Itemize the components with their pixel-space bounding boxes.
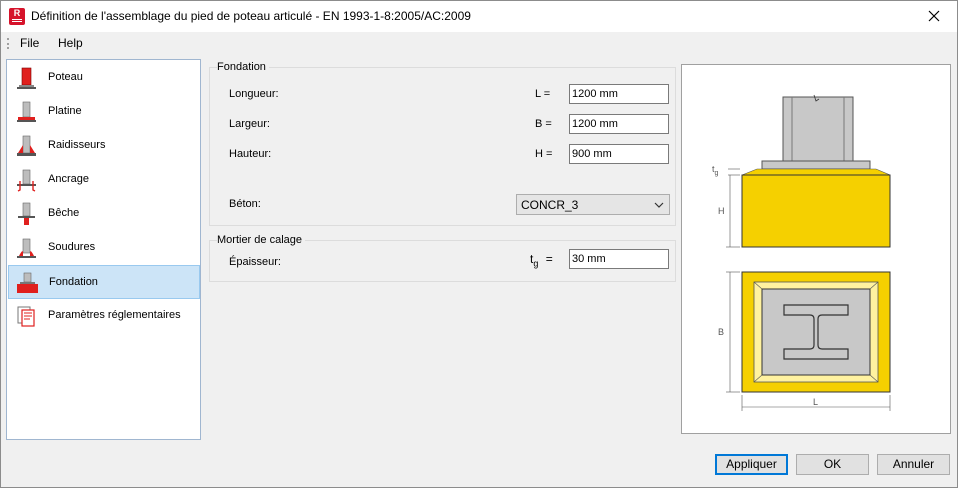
dialog-window: R Définition de l'assemblage du pied de …	[0, 0, 958, 488]
apply-button[interactable]: Appliquer	[715, 454, 788, 475]
sidebar-item-label: Raidisseurs	[48, 139, 106, 151]
close-button[interactable]	[911, 1, 957, 32]
preview-panel: tg H B L	[681, 64, 951, 434]
code-parameters-icon	[17, 306, 35, 327]
menu-help[interactable]: Help	[58, 36, 83, 50]
epaisseur-symbol-sub: g	[533, 258, 539, 269]
chevron-down-icon	[654, 202, 664, 208]
largeur-symbol: B =	[535, 118, 552, 130]
sidebar-item-label: Paramètres réglementaires	[48, 309, 181, 321]
preview-column	[782, 96, 854, 162]
preview-l-label: L	[813, 397, 818, 407]
anchorage-icon	[17, 169, 36, 192]
sidebar-item-label: Ancrage	[48, 173, 89, 185]
sidebar-item-label: Platine	[48, 105, 82, 117]
menu-file[interactable]: File	[20, 36, 39, 50]
fondation-group-title: Fondation	[217, 61, 269, 73]
sidebar-item-beche[interactable]: Bêche	[8, 197, 200, 231]
sidebar-item-label: Poteau	[48, 71, 83, 83]
beton-label: Béton:	[229, 198, 261, 210]
longueur-input[interactable]: 1200 mm	[569, 84, 669, 104]
sidebar: Poteau Platine Raidisseurs Ancrage Bêche…	[6, 59, 201, 440]
largeur-label: Largeur:	[229, 118, 270, 130]
beton-select-value: CONCR_3	[521, 198, 579, 212]
preview-base-plate	[761, 160, 871, 170]
sidebar-item-label: Soudures	[48, 241, 96, 253]
title-bar: R Définition de l'assemblage du pied de …	[1, 1, 957, 32]
sidebar-item-platine[interactable]: Platine	[8, 95, 200, 129]
hauteur-input[interactable]: 900 mm	[569, 144, 669, 164]
menu-bar: File Help	[1, 32, 957, 54]
preview-h-label: H	[718, 206, 725, 216]
epaisseur-symbol: tg =	[530, 252, 553, 268]
mortier-group-title: Mortier de calage	[217, 234, 305, 246]
preview-mortar	[741, 168, 891, 176]
foundation-icon	[17, 272, 38, 293]
close-icon	[928, 10, 940, 22]
stiffeners-icon	[17, 135, 36, 156]
longueur-symbol: L =	[535, 88, 551, 100]
sidebar-item-label: Bêche	[48, 207, 80, 219]
app-icon: R	[9, 8, 25, 25]
shear-key-icon	[18, 202, 35, 225]
window-title: Définition de l'assemblage du pied de po…	[31, 9, 471, 23]
preview-foundation-block	[741, 174, 891, 248]
sidebar-item-ancrage[interactable]: Ancrage	[8, 163, 200, 197]
sidebar-item-raidisseurs[interactable]: Raidisseurs	[8, 129, 200, 163]
app-icon-letter: R	[13, 8, 21, 18]
sidebar-item-parametres[interactable]: Paramètres réglementaires	[8, 299, 200, 333]
sidebar-item-poteau[interactable]: Poteau	[8, 61, 200, 95]
preview-b-label: B	[718, 327, 724, 337]
foundation-preview-drawing: tg H B L	[712, 94, 891, 411]
ok-button[interactable]: OK	[796, 454, 869, 475]
epaisseur-label: Épaisseur:	[229, 256, 281, 268]
hauteur-symbol: H =	[535, 148, 553, 160]
menu-grip	[7, 38, 9, 49]
largeur-input[interactable]: 1200 mm	[569, 114, 669, 134]
base-plate-icon	[17, 101, 36, 122]
sidebar-item-label: Fondation	[49, 276, 98, 288]
beton-select[interactable]: CONCR_3	[516, 194, 670, 215]
epaisseur-symbol-eq: =	[545, 252, 553, 266]
hauteur-label: Hauteur:	[229, 148, 272, 160]
sidebar-item-fondation[interactable]: Fondation	[8, 265, 200, 299]
cancel-button[interactable]: Annuler	[877, 454, 950, 475]
welds-icon	[17, 238, 36, 258]
column-icon	[17, 67, 36, 89]
sidebar-item-soudures[interactable]: Soudures	[8, 231, 200, 265]
epaisseur-input[interactable]: 30 mm	[569, 249, 669, 269]
preview-tg-label: tg	[712, 164, 719, 177]
longueur-label: Longueur:	[229, 88, 279, 100]
